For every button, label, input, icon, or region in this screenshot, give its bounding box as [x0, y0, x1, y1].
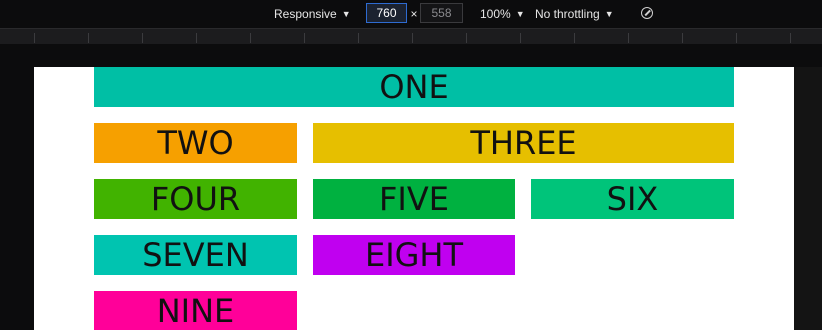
- zoom-label: 100%: [480, 7, 511, 21]
- throttling-selector[interactable]: No throttling ▼: [535, 0, 614, 28]
- ruler-tick: [304, 33, 305, 43]
- box-nine: NINE: [94, 291, 297, 330]
- box-three: THREE: [313, 123, 734, 163]
- width-input[interactable]: 760: [366, 3, 407, 23]
- box-five: FIVE: [313, 179, 515, 219]
- ruler-tick: [358, 33, 359, 43]
- ruler-tick: [574, 33, 575, 43]
- box-seven: SEVEN: [94, 235, 297, 275]
- throttling-label: No throttling: [535, 7, 600, 21]
- zoom-selector[interactable]: 100% ▼: [480, 0, 525, 28]
- chevron-down-icon: ▼: [515, 9, 525, 19]
- ruler-tick: [142, 33, 143, 43]
- height-input[interactable]: 558: [420, 3, 463, 23]
- viewport-gutter: [794, 67, 822, 330]
- ruler: [0, 28, 822, 44]
- rotate-viewport-icon[interactable]: [641, 7, 653, 19]
- ruler-tick: [736, 33, 737, 43]
- dimension-separator: ×: [410, 7, 418, 21]
- ruler-tick: [628, 33, 629, 43]
- box-two: TWO: [94, 123, 297, 163]
- ruler-tick: [412, 33, 413, 43]
- ruler-tick: [520, 33, 521, 43]
- box-six: SIX: [531, 179, 734, 219]
- ruler-tick: [250, 33, 251, 43]
- ruler-tick: [196, 33, 197, 43]
- ruler-tick: [88, 33, 89, 43]
- page-viewport: ONE TWO THREE FOUR FIVE SIX SEVEN EIGHT …: [34, 67, 794, 330]
- device-selector[interactable]: Responsive ▼: [274, 0, 351, 28]
- ruler-tick: [466, 33, 467, 43]
- device-label: Responsive: [274, 7, 337, 21]
- ruler-tick: [790, 33, 791, 43]
- ruler-tick: [34, 33, 35, 43]
- chevron-down-icon: ▼: [604, 9, 614, 19]
- chevron-down-icon: ▼: [341, 9, 351, 19]
- responsive-toolbar: Responsive ▼ 760 × 558 100% ▼ No throttl…: [0, 0, 822, 28]
- box-eight: EIGHT: [313, 235, 515, 275]
- box-four: FOUR: [94, 179, 297, 219]
- ruler-tick: [682, 33, 683, 43]
- box-one: ONE: [94, 67, 734, 107]
